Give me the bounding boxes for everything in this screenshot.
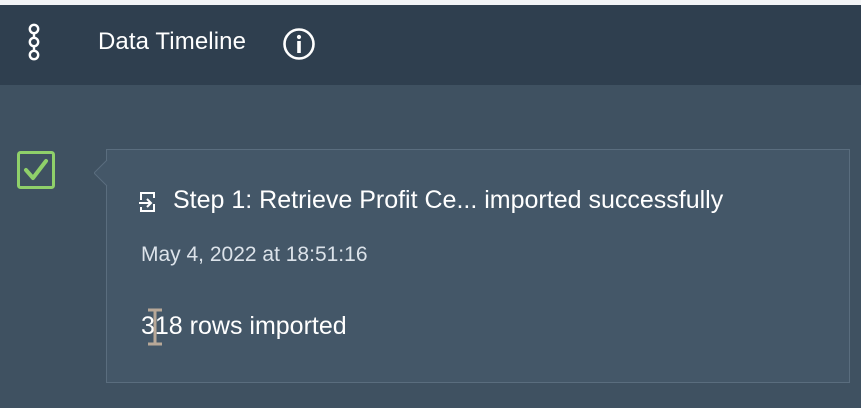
checkmark-icon: [17, 151, 55, 189]
text-cursor-icon: [148, 308, 162, 346]
entry-timestamp: May 4, 2022 at 18:51:16: [141, 243, 368, 266]
import-icon: [139, 192, 155, 212]
timeline-nodes-icon[interactable]: [25, 23, 43, 61]
info-icon[interactable]: [282, 27, 316, 61]
entry-details: 318 rows imported: [141, 312, 347, 340]
page-title: Data Timeline: [98, 28, 247, 55]
card-pointer: [94, 160, 108, 186]
entry-title: Step 1: Retrieve Profit Ce... imported s…: [173, 186, 724, 214]
